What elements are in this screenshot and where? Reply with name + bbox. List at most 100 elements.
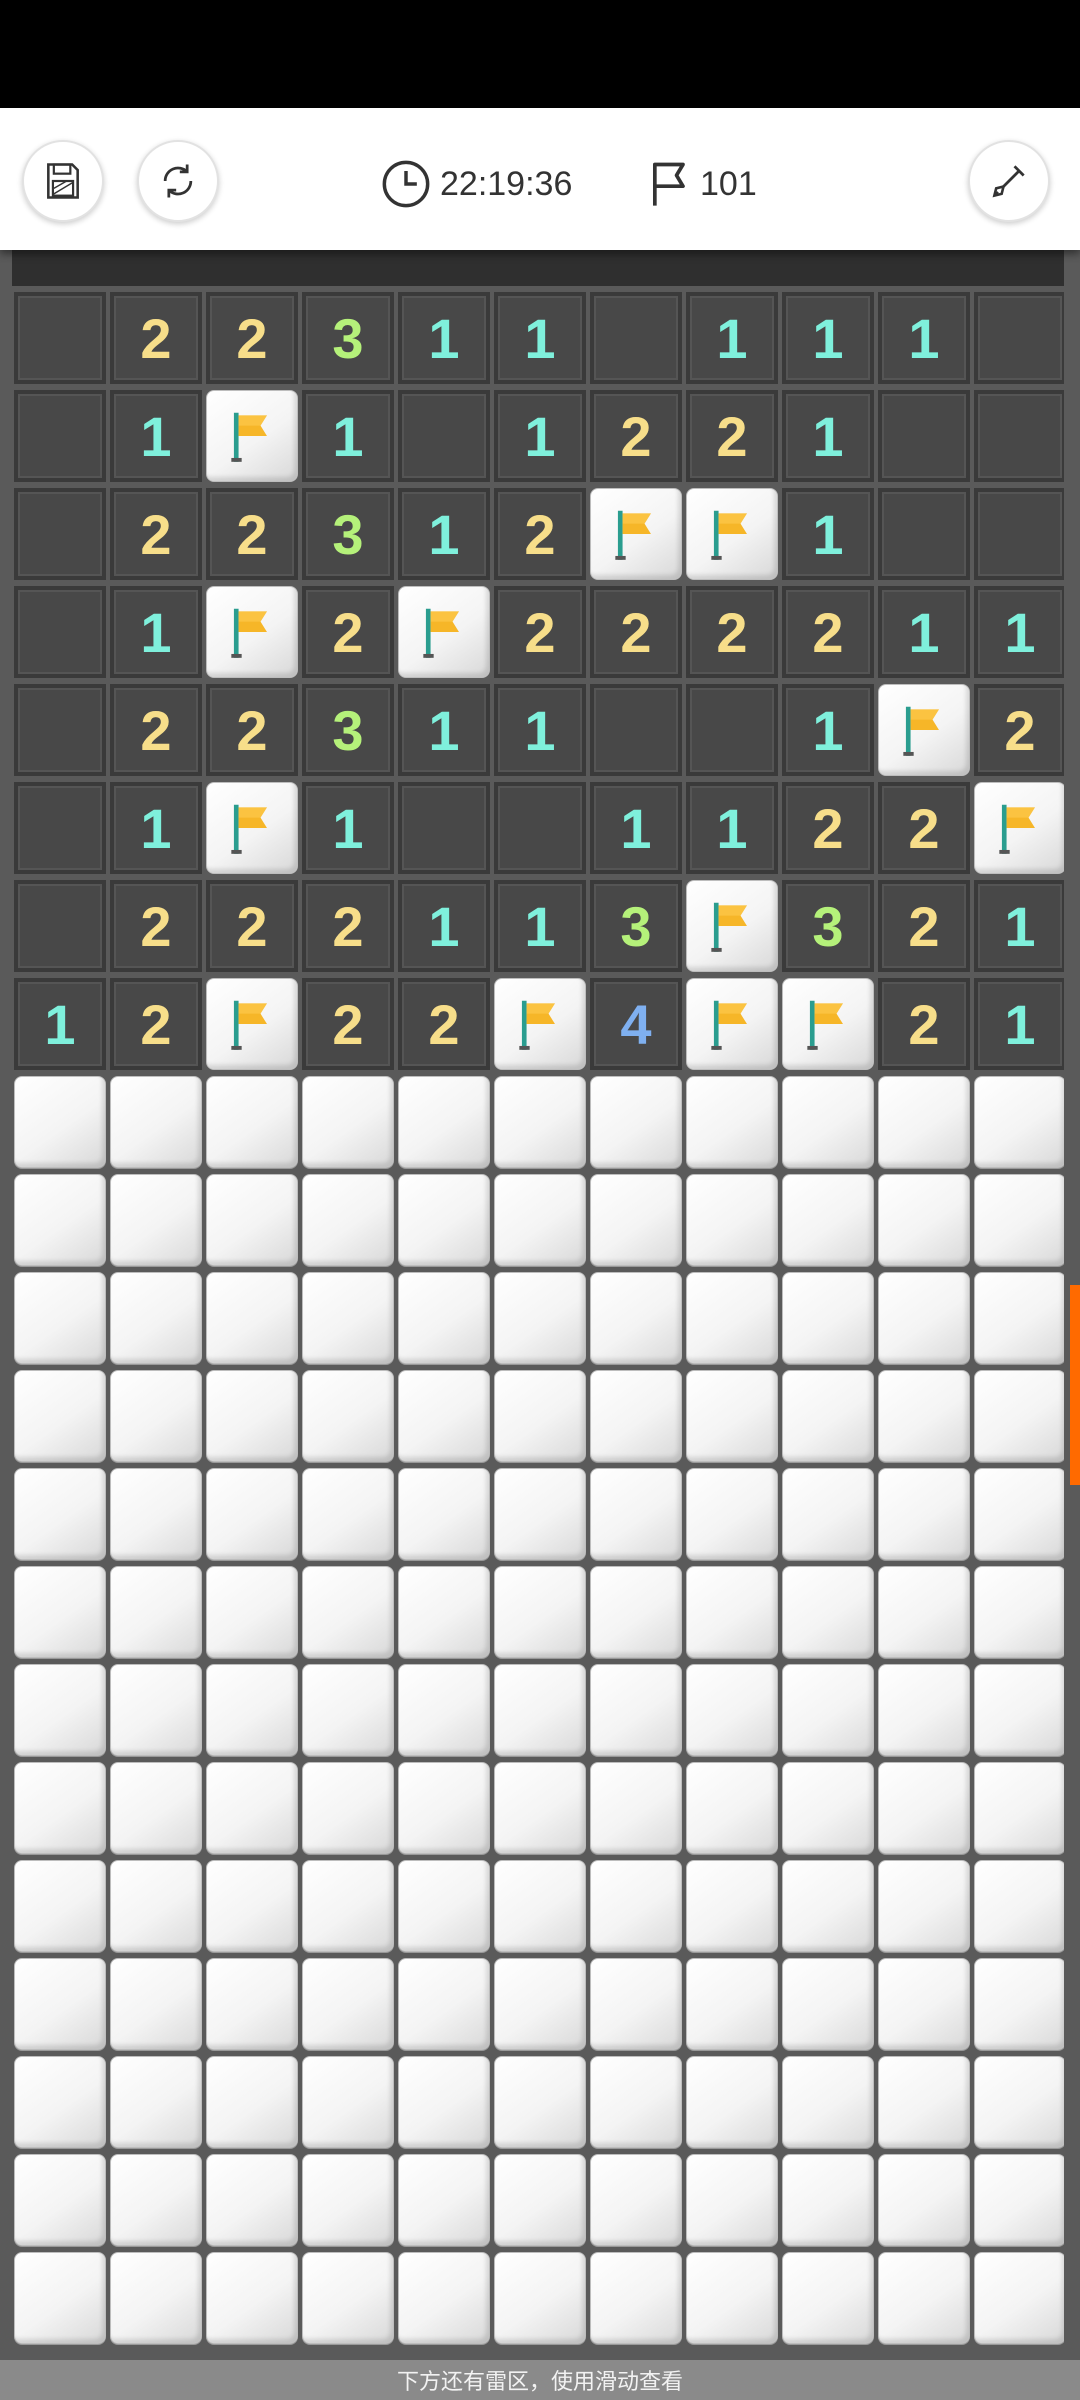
unrevealed-cell[interactable] — [206, 1468, 298, 1560]
number-cell[interactable]: 1 — [878, 586, 970, 678]
unrevealed-cell[interactable] — [110, 1076, 202, 1168]
unrevealed-cell[interactable] — [974, 2252, 1064, 2344]
unrevealed-cell[interactable] — [494, 1958, 586, 2050]
unrevealed-cell[interactable] — [110, 1468, 202, 1560]
number-cell[interactable]: 2 — [494, 586, 586, 678]
number-cell[interactable]: 2 — [782, 586, 874, 678]
number-cell[interactable]: 2 — [302, 586, 394, 678]
unrevealed-cell[interactable] — [302, 2252, 394, 2344]
unrevealed-cell[interactable] — [494, 1762, 586, 1854]
unrevealed-cell[interactable] — [14, 1762, 106, 1854]
unrevealed-cell[interactable] — [878, 1860, 970, 1952]
unrevealed-cell[interactable] — [302, 1076, 394, 1168]
unrevealed-cell[interactable] — [590, 2056, 682, 2148]
unrevealed-cell[interactable] — [302, 1860, 394, 1952]
number-cell[interactable]: 2 — [302, 978, 394, 1070]
unrevealed-cell[interactable] — [782, 1174, 874, 1266]
unrevealed-cell[interactable] — [398, 2056, 490, 2148]
unrevealed-cell[interactable] — [782, 1958, 874, 2050]
unrevealed-cell[interactable] — [110, 1370, 202, 1462]
number-cell[interactable]: 2 — [878, 782, 970, 874]
number-cell[interactable]: 2 — [782, 782, 874, 874]
empty-revealed-cell[interactable] — [878, 488, 970, 580]
unrevealed-cell[interactable] — [302, 1958, 394, 2050]
flagged-cell[interactable] — [206, 586, 298, 678]
unrevealed-cell[interactable] — [398, 1664, 490, 1756]
unrevealed-cell[interactable] — [782, 1664, 874, 1756]
unrevealed-cell[interactable] — [782, 1566, 874, 1658]
unrevealed-cell[interactable] — [494, 1664, 586, 1756]
unrevealed-cell[interactable] — [590, 1566, 682, 1658]
number-cell[interactable]: 2 — [878, 978, 970, 1070]
unrevealed-cell[interactable] — [494, 1370, 586, 1462]
number-cell[interactable]: 2 — [110, 488, 202, 580]
number-cell[interactable]: 2 — [206, 880, 298, 972]
unrevealed-cell[interactable] — [398, 2252, 490, 2344]
unrevealed-cell[interactable] — [782, 1860, 874, 1952]
unrevealed-cell[interactable] — [686, 1370, 778, 1462]
unrevealed-cell[interactable] — [206, 1370, 298, 1462]
number-cell[interactable]: 1 — [494, 684, 586, 776]
unrevealed-cell[interactable] — [398, 1468, 490, 1560]
number-cell[interactable]: 2 — [974, 684, 1064, 776]
flagged-cell[interactable] — [206, 390, 298, 482]
number-cell[interactable]: 2 — [686, 390, 778, 482]
unrevealed-cell[interactable] — [398, 1958, 490, 2050]
unrevealed-cell[interactable] — [878, 2252, 970, 2344]
number-cell[interactable]: 1 — [398, 488, 490, 580]
unrevealed-cell[interactable] — [974, 2154, 1064, 2246]
empty-revealed-cell[interactable] — [590, 292, 682, 384]
number-cell[interactable]: 1 — [782, 390, 874, 482]
number-cell[interactable]: 1 — [686, 782, 778, 874]
unrevealed-cell[interactable] — [14, 2154, 106, 2246]
number-cell[interactable]: 2 — [878, 880, 970, 972]
unrevealed-cell[interactable] — [974, 1468, 1064, 1560]
empty-revealed-cell[interactable] — [974, 292, 1064, 384]
empty-revealed-cell[interactable] — [14, 684, 106, 776]
unrevealed-cell[interactable] — [110, 2252, 202, 2344]
unrevealed-cell[interactable] — [878, 1272, 970, 1364]
empty-revealed-cell[interactable] — [14, 782, 106, 874]
number-cell[interactable]: 1 — [398, 292, 490, 384]
empty-revealed-cell[interactable] — [494, 782, 586, 874]
unrevealed-cell[interactable] — [878, 1370, 970, 1462]
unrevealed-cell[interactable] — [14, 1958, 106, 2050]
unrevealed-cell[interactable] — [590, 1958, 682, 2050]
number-cell[interactable]: 1 — [782, 488, 874, 580]
scroll-indicator[interactable] — [1070, 1285, 1080, 1485]
flagged-cell[interactable] — [782, 978, 874, 1070]
unrevealed-cell[interactable] — [14, 1272, 106, 1364]
unrevealed-cell[interactable] — [878, 1958, 970, 2050]
number-cell[interactable]: 1 — [110, 586, 202, 678]
empty-revealed-cell[interactable] — [14, 488, 106, 580]
unrevealed-cell[interactable] — [206, 1860, 298, 1952]
unrevealed-cell[interactable] — [302, 1762, 394, 1854]
unrevealed-cell[interactable] — [590, 1860, 682, 1952]
unrevealed-cell[interactable] — [974, 1370, 1064, 1462]
number-cell[interactable]: 1 — [398, 684, 490, 776]
unrevealed-cell[interactable] — [494, 1860, 586, 1952]
number-cell[interactable]: 1 — [974, 586, 1064, 678]
unrevealed-cell[interactable] — [974, 1174, 1064, 1266]
unrevealed-cell[interactable] — [14, 2252, 106, 2344]
flagged-cell[interactable] — [974, 782, 1064, 874]
number-cell[interactable]: 2 — [206, 684, 298, 776]
unrevealed-cell[interactable] — [494, 2056, 586, 2148]
unrevealed-cell[interactable] — [686, 2154, 778, 2246]
unrevealed-cell[interactable] — [590, 1174, 682, 1266]
unrevealed-cell[interactable] — [686, 1076, 778, 1168]
unrevealed-cell[interactable] — [110, 1762, 202, 1854]
number-cell[interactable]: 1 — [110, 782, 202, 874]
unrevealed-cell[interactable] — [398, 1370, 490, 1462]
unrevealed-cell[interactable] — [14, 1566, 106, 1658]
number-cell[interactable]: 1 — [878, 292, 970, 384]
empty-revealed-cell[interactable] — [14, 292, 106, 384]
save-button[interactable] — [22, 140, 104, 222]
unrevealed-cell[interactable] — [110, 1860, 202, 1952]
number-cell[interactable]: 1 — [782, 292, 874, 384]
unrevealed-cell[interactable] — [398, 1076, 490, 1168]
unrevealed-cell[interactable] — [782, 1762, 874, 1854]
number-cell[interactable]: 1 — [494, 390, 586, 482]
unrevealed-cell[interactable] — [878, 1664, 970, 1756]
dig-tool-button[interactable] — [968, 140, 1050, 222]
